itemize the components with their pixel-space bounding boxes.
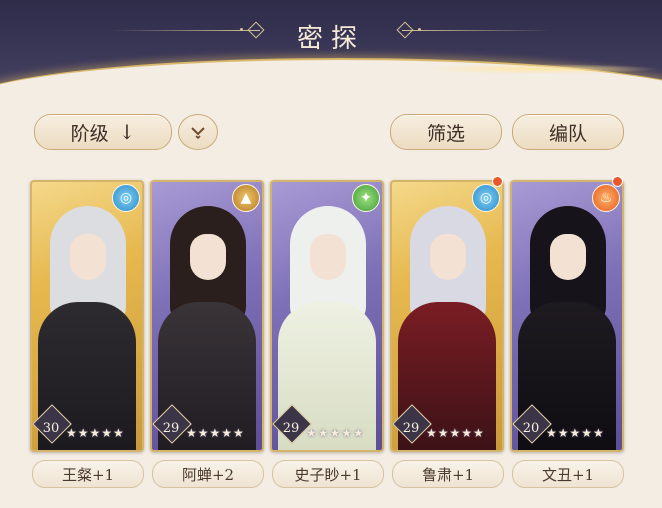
earth-element-icon: ▲ [232,184,260,212]
sort-label: 阶级 [70,122,109,145]
level-value: 30 [42,421,60,436]
header-shine [420,64,660,74]
character-face [430,234,466,280]
level-value: 20 [522,421,540,436]
filter-label: 筛选 [426,122,465,145]
level-value: 29 [402,421,420,436]
character-name: 文丑+1 [512,460,624,488]
character-face [550,234,586,280]
sort-arrow-icon: ↓ [118,120,136,144]
wood-element-icon: ✦ [352,184,380,212]
character-face [70,234,106,280]
character-name: 鲁肃+1 [392,460,504,488]
level-value: 29 [162,421,180,436]
fire-element-icon: ♨ [592,184,620,212]
character-name: 史子眇+1 [272,460,384,488]
chevron-down-icon [191,127,205,140]
notification-dot-icon [612,176,623,187]
page-title: 密探 [296,24,365,54]
water-element-icon: ◎ [112,184,140,212]
star-rating: ★★★★★ [306,426,365,440]
star-rating: ★★★★★ [186,426,245,440]
character-face [190,234,226,280]
star-rating: ★★★★★ [546,426,605,440]
sort-button[interactable]: 阶级 ↓ [34,114,172,150]
character-card[interactable]: ♨ 20 ★★★★★ [510,180,624,452]
water-element-icon: ◎ [472,184,500,212]
character-card[interactable]: ✦ 29 ★★★★★ [270,180,384,452]
filter-button[interactable]: 筛选 [390,114,502,150]
team-button[interactable]: 编队 [512,114,624,150]
star-rating: ★★★★★ [66,426,125,440]
star-rating: ★★★★★ [426,426,485,440]
notification-dot-icon [492,176,503,187]
character-card[interactable]: ▲ 29 ★★★★★ [150,180,264,452]
character-name: 阿蝉+2 [152,460,264,488]
character-card[interactable]: ◎ 30 ★★★★★ [30,180,144,452]
team-label: 编队 [548,122,587,145]
character-card[interactable]: ◎ 29 ★★★★★ [390,180,504,452]
character-name: 王粲+1 [32,460,144,488]
character-face [310,234,346,280]
level-value: 29 [282,421,300,436]
header-band: 密探 [0,0,662,100]
sort-order-toggle-button[interactable] [178,114,218,150]
